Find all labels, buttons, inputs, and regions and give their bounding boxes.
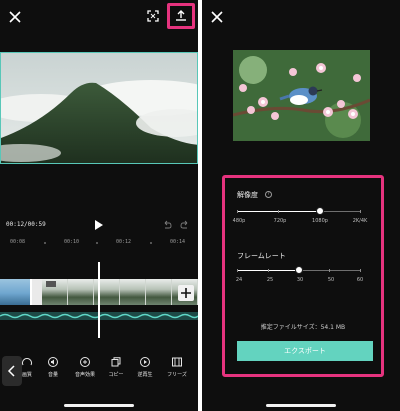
tool-label: コピー — [108, 372, 124, 378]
resolution-option[interactable]: 720p — [274, 218, 287, 224]
edit-toolbar: 画質 音量 音声効果 コピー 逆再生 フリーズ — [0, 356, 198, 386]
clip-cover-thumb — [46, 281, 56, 287]
video-preview[interactable] — [0, 52, 198, 164]
voice-effect-icon — [80, 357, 90, 367]
export-thumbnail — [233, 50, 370, 141]
copy-icon — [111, 357, 121, 367]
resolution-title: 解像度 — [237, 191, 258, 199]
help-icon[interactable]: ? — [265, 191, 272, 198]
ruler-label: 00:14 — [170, 239, 186, 245]
home-indicator — [64, 404, 134, 407]
export-button[interactable]: エクスポート — [237, 341, 373, 361]
tool-reverse[interactable]: 逆再生 — [130, 356, 160, 378]
resolution-option[interactable]: 2K/4K — [353, 218, 368, 224]
tool-volume[interactable]: 音量 — [38, 356, 68, 378]
bird-on-blossom-image — [233, 50, 370, 141]
frame-rate-option[interactable]: 30 — [297, 277, 303, 283]
estimated-file-size: 推定ファイルサイズ：54.1 MB — [260, 324, 346, 331]
export-settings-screen: 解像度 ? 480p 720p 1080p 2K/4K フレームレート 24 2… — [202, 0, 400, 411]
upload-icon — [176, 10, 186, 21]
video-clip-sky[interactable] — [0, 279, 32, 305]
freeze-icon — [172, 357, 182, 367]
video-clip-mountain[interactable] — [42, 279, 198, 305]
frame-rate-option[interactable]: 60 — [357, 277, 363, 283]
reverse-play-icon — [140, 357, 150, 367]
ruler-label: 00:12 — [116, 239, 132, 245]
resolution-option[interactable]: 1080p — [312, 218, 328, 224]
tool-label: 音量 — [47, 372, 58, 378]
volume-icon — [48, 357, 58, 367]
speed-gauge-icon — [22, 358, 32, 366]
tool-freeze[interactable]: フリーズ — [162, 356, 192, 378]
clip-handle[interactable] — [32, 279, 42, 305]
undo-icon[interactable] — [162, 220, 172, 230]
ruler-label: 00:10 — [64, 239, 80, 245]
tool-voice-effect[interactable]: 音声効果 — [70, 356, 100, 378]
tool-label: フリーズ — [167, 372, 187, 378]
tool-label: 逆再生 — [137, 372, 153, 378]
timeline-ruler[interactable]: 00:08 00:10 00:12 00:14 — [0, 239, 198, 249]
plus-icon — [181, 288, 191, 298]
export-upload-button[interactable] — [167, 3, 195, 29]
frame-rate-option[interactable]: 50 — [328, 277, 334, 283]
close-icon[interactable] — [208, 8, 226, 26]
frame-rate-title: フレームレート — [237, 252, 286, 260]
close-icon[interactable] — [6, 8, 24, 26]
frame-rate-option[interactable]: 24 — [236, 277, 242, 283]
mountain-clouds-image — [1, 53, 197, 163]
ruler-label: 00:08 — [10, 239, 26, 245]
editor-screen: 00:12/00:59 00:08 00:10 00:12 00:14 画質 音… — [0, 0, 198, 411]
redo-icon[interactable] — [180, 220, 190, 230]
tool-label: 音声効果 — [74, 372, 95, 378]
playhead[interactable] — [98, 262, 100, 338]
frame-rate-knob[interactable] — [295, 266, 303, 274]
add-clip-button[interactable] — [178, 285, 194, 301]
timecode: 00:12/00:59 — [6, 221, 46, 228]
home-indicator — [266, 404, 336, 407]
play-icon[interactable] — [94, 219, 104, 231]
resolution-option[interactable]: 480p — [233, 218, 246, 224]
frame-rate-option[interactable]: 25 — [267, 277, 273, 283]
tool-copy[interactable]: コピー — [101, 356, 131, 378]
resolution-knob[interactable] — [316, 207, 324, 215]
export-settings-panel: 解像度 ? 480p 720p 1080p 2K/4K フレームレート 24 2… — [222, 175, 384, 377]
fullscreen-icon[interactable] — [146, 9, 160, 23]
